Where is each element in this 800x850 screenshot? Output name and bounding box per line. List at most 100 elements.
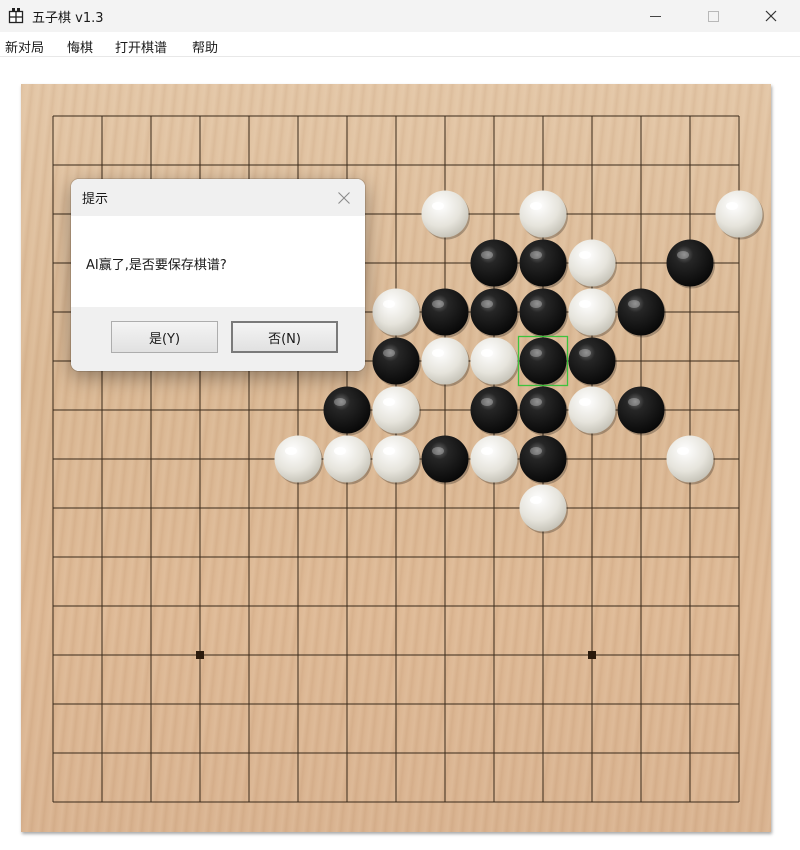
- stone-body: [470, 337, 518, 385]
- stone-body: [421, 190, 469, 238]
- stone-body: [519, 288, 567, 336]
- stone-body: [519, 484, 567, 532]
- minimize-button[interactable]: [626, 0, 684, 32]
- maximize-button[interactable]: [684, 0, 742, 32]
- menu-undo[interactable]: 悔棋: [67, 37, 93, 56]
- white-stone: [666, 435, 715, 485]
- stone-highlight: [530, 496, 542, 504]
- title-bar: 五子棋 v1.3: [0, 0, 800, 32]
- stone-highlight: [383, 349, 395, 357]
- stone-body: [666, 239, 714, 287]
- black-stone: [470, 239, 519, 289]
- stone-body: [372, 386, 420, 434]
- dialog-message: AI赢了,是否要保存棋谱?: [86, 258, 227, 273]
- black-stone: [372, 337, 421, 387]
- stone-body: [470, 386, 518, 434]
- dialog-header: 提示: [71, 179, 365, 216]
- white-stone: [274, 435, 323, 485]
- stone-body: [617, 288, 665, 336]
- stone-body: [274, 435, 322, 483]
- dialog-footer: 是(Y) 否(N): [71, 307, 365, 371]
- black-stone: [470, 288, 519, 338]
- stone-highlight: [432, 300, 444, 308]
- minimize-icon: [649, 15, 661, 17]
- white-stone: [568, 239, 617, 289]
- yes-button[interactable]: 是(Y): [111, 321, 218, 353]
- stone-highlight: [530, 251, 542, 259]
- stone-body: [519, 435, 567, 483]
- stone-highlight: [481, 300, 493, 308]
- close-icon: [338, 192, 350, 204]
- white-stone: [421, 337, 470, 387]
- stone-highlight: [334, 398, 346, 406]
- black-stone: [666, 239, 715, 289]
- black-stone: [421, 435, 470, 485]
- close-button[interactable]: [742, 0, 800, 32]
- stone-body: [421, 435, 469, 483]
- result-dialog: 提示 AI赢了,是否要保存棋谱? 是(Y) 否(N): [71, 179, 365, 371]
- stone-body: [470, 288, 518, 336]
- stone-highlight: [628, 398, 640, 406]
- stone-highlight: [579, 349, 591, 357]
- black-stone: [568, 337, 617, 387]
- white-stone: [372, 288, 421, 338]
- stone-highlight: [481, 398, 493, 406]
- stone-highlight: [481, 447, 493, 455]
- maximize-icon: [707, 10, 719, 22]
- stone-highlight: [383, 300, 395, 308]
- stone-body: [519, 386, 567, 434]
- stone-highlight: [285, 447, 297, 455]
- black-stone: [421, 288, 470, 338]
- stone-highlight: [432, 202, 444, 210]
- stone-body: [519, 190, 567, 238]
- no-button[interactable]: 否(N): [231, 321, 338, 353]
- menu-help[interactable]: 帮助: [192, 37, 218, 56]
- stone-highlight: [530, 349, 542, 357]
- menu-new-game[interactable]: 新对局: [5, 37, 44, 56]
- stone-highlight: [530, 398, 542, 406]
- white-stone: [519, 484, 568, 534]
- star-point: [196, 651, 204, 659]
- stone-body: [323, 386, 371, 434]
- window-title: 五子棋 v1.3: [32, 11, 104, 26]
- stone-body: [568, 386, 616, 434]
- stone-body: [519, 239, 567, 287]
- dialog-title: 提示: [82, 192, 109, 207]
- stone-body: [421, 288, 469, 336]
- stone-body: [617, 386, 665, 434]
- black-stone: [617, 288, 666, 338]
- stone-highlight: [628, 300, 640, 308]
- stone-body: [421, 337, 469, 385]
- black-stone: [519, 386, 568, 436]
- dialog-close-button[interactable]: [333, 187, 355, 209]
- menu-bar: 新对局 悔棋 打开棋谱 帮助: [0, 34, 800, 57]
- stone-highlight: [530, 300, 542, 308]
- black-stone: [519, 435, 568, 485]
- white-stone: [372, 386, 421, 436]
- stone-body: [470, 435, 518, 483]
- stone-highlight: [677, 447, 689, 455]
- black-stone: [519, 239, 568, 289]
- stone-body: [568, 239, 616, 287]
- white-stone: [470, 435, 519, 485]
- stone-highlight: [579, 398, 591, 406]
- stone-highlight: [677, 251, 689, 259]
- white-stone: [372, 435, 421, 485]
- stone-highlight: [579, 300, 591, 308]
- stone-body: [372, 337, 420, 385]
- stone-body: [519, 337, 567, 385]
- stone-highlight: [481, 349, 493, 357]
- stone-body: [568, 288, 616, 336]
- stone-body: [470, 239, 518, 287]
- star-point: [588, 651, 596, 659]
- stone-body: [372, 288, 420, 336]
- stone-highlight: [432, 349, 444, 357]
- close-icon: [765, 10, 777, 22]
- stone-highlight: [530, 447, 542, 455]
- stone-body: [323, 435, 371, 483]
- white-stone: [715, 190, 764, 240]
- stone-body: [715, 190, 763, 238]
- black-stone: [519, 337, 568, 387]
- menu-open-record[interactable]: 打开棋谱: [115, 37, 167, 56]
- black-stone: [617, 386, 666, 436]
